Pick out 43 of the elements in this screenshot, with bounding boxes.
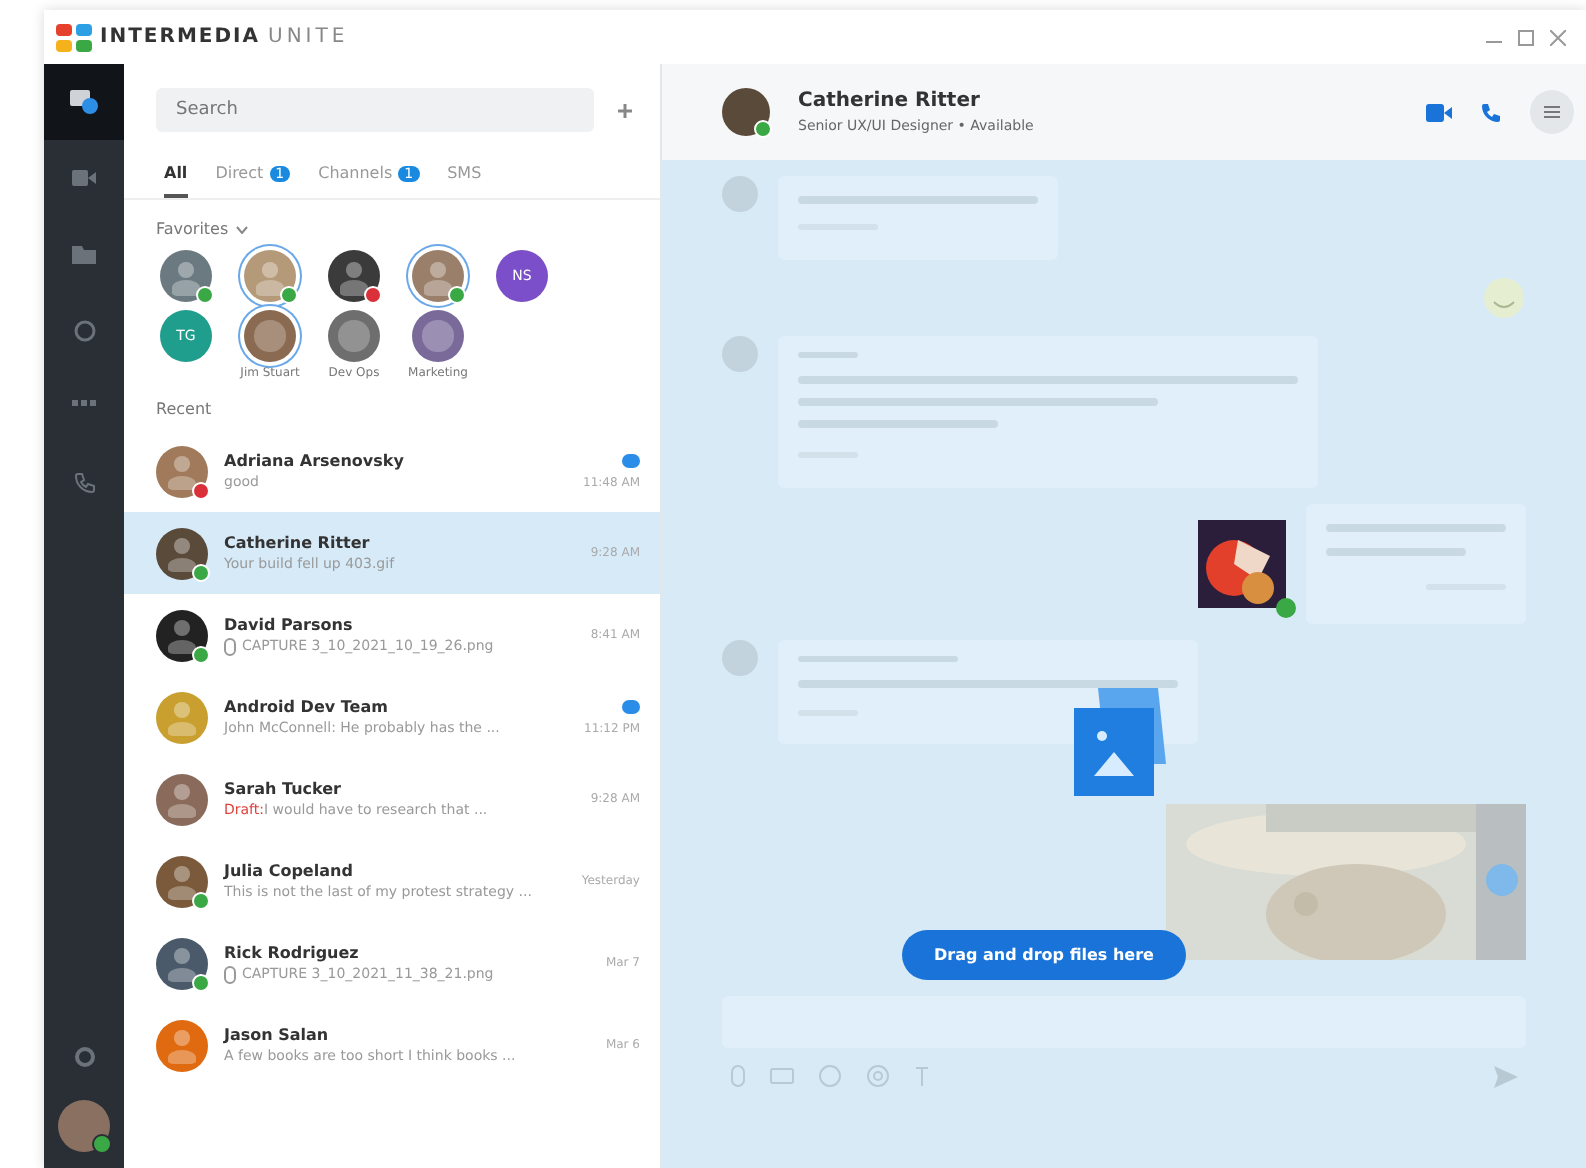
drop-files-button[interactable]: Drag and drop files here <box>902 930 1186 980</box>
dialpad-icon <box>72 400 96 412</box>
app-name: INTERMEDIA <box>100 26 260 48</box>
video-call-icon[interactable] <box>1426 103 1452 121</box>
contact-name: Catherine Ritter <box>798 90 982 112</box>
chat-icon <box>70 90 98 114</box>
nav-button[interactable] <box>44 64 124 140</box>
user-avatar[interactable] <box>58 1100 110 1152</box>
section-heading[interactable]: Favorites <box>156 220 229 238</box>
tab[interactable]: All <box>164 156 188 198</box>
group-avatar[interactable] <box>244 310 296 362</box>
add-icon[interactable] <box>618 103 632 117</box>
phone-icon[interactable] <box>1480 101 1502 123</box>
group-avatar[interactable] <box>412 310 464 362</box>
sender-avatar <box>722 336 758 372</box>
contact-name: David Parsons <box>224 615 355 633</box>
clock-icon <box>73 319 95 341</box>
contact-name: Android Dev Team <box>224 698 390 716</box>
contact-name: Adriana Arsenovsky <box>224 452 406 470</box>
contact-avatar[interactable] <box>328 250 380 302</box>
contact-name: Sarah Tucker <box>224 780 343 798</box>
folder-icon <box>72 244 96 264</box>
contact-name: Catherine Ritter <box>224 534 372 552</box>
settings-icon[interactable] <box>73 1046 95 1068</box>
phone-icon <box>73 471 95 493</box>
status-dot <box>1276 598 1296 618</box>
video-icon <box>72 170 96 186</box>
app-name-suffix: UNITE <box>268 26 349 48</box>
logo-icon <box>56 23 92 51</box>
sender-avatar <box>722 176 758 212</box>
group-avatar[interactable] <box>328 310 380 362</box>
search-field[interactable]: Search <box>156 88 594 132</box>
emoji-icon <box>1482 276 1526 320</box>
sender-avatar <box>722 640 758 676</box>
section-heading: Recent <box>154 398 214 422</box>
more-button[interactable] <box>1530 90 1574 134</box>
menu-icon <box>1544 106 1560 118</box>
close-icon[interactable] <box>1550 29 1566 45</box>
chevron-down-icon[interactable] <box>236 225 249 233</box>
contact-name: Rick Rodriguez <box>224 943 361 961</box>
contact-name: Jason Salan <box>224 1026 331 1044</box>
maximize-icon[interactable] <box>1518 29 1534 45</box>
contact-name: Julia Copeland <box>224 862 355 880</box>
